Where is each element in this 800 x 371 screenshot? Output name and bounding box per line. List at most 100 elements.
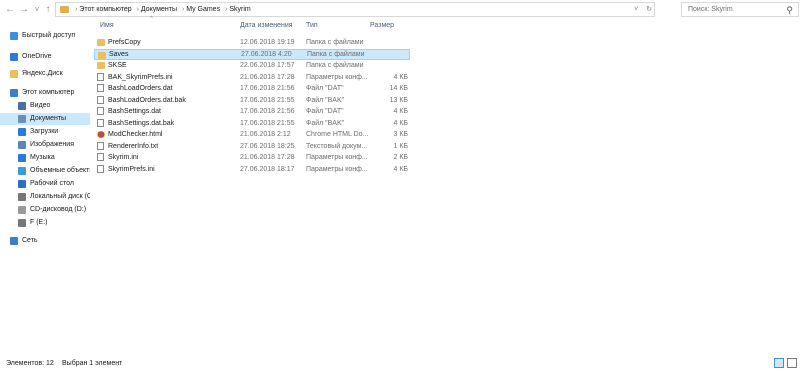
file-name: Skyrim.ini [108,154,139,161]
nav-item-cd[interactable]: CD-дисковод (D:) [0,204,90,216]
file-type: Файл "DAT" [306,85,344,92]
address-toolbar: ← → ˅ ↑ › Этот компьютер › Документы › M… [0,0,800,20]
up-button[interactable]: ↑ [42,3,54,16]
chrome-html-icon [97,131,105,138]
nav-item-label: Этот компьютер [22,89,75,96]
file-date: 21.06.2018 17:28 [240,73,295,81]
nav-item-label: Рабочий стол [30,180,74,187]
file-name: BashLoadOrders.dat.bak [108,96,186,104]
nav-item-cloud[interactable]: OneDrive [0,51,90,63]
column-header-date[interactable]: Дата изменения [240,22,293,29]
file-type: Chrome HTML Do... [306,131,369,138]
table-row[interactable]: BashSettings.dat.bak 17.06.2018 21:55 Файл… [94,118,410,129]
nav-item-download[interactable]: Загрузки [0,126,90,138]
table-row[interactable]: PrefsCopy 12.06.2018 19:19 Папка с файлами [94,37,410,48]
file-icon [97,141,104,150]
back-button[interactable]: ← [4,3,16,16]
refresh-icon[interactable]: ↻ [646,6,652,13]
selection-count: Выбран 1 элемент [62,360,123,367]
details-view-icon[interactable] [774,358,784,368]
forward-arrow-icon: → [19,4,29,15]
file-icon [97,153,104,161]
search-input[interactable]: Поиск: Skyrim ⚲ [681,2,799,17]
nav-item-label: Изображения [30,141,74,148]
file-type: Папка с файлами [306,62,364,69]
column-header-name[interactable]: Имя [100,22,114,29]
file-date: 17.06.2018 21:56 [240,108,295,115]
table-row[interactable]: ModChecker.html 21.06.2018 2:12 Chrome HTM… [94,129,410,140]
file-type: Папка с файлами [306,39,364,46]
folder-icon [98,51,106,59]
navigation-pane: Быстрый доступ OneDrive Яндекс.Диск Этот ко… [0,22,90,352]
desktop-icon [18,180,26,188]
breadcrumb-my-games[interactable]: My Games [186,6,220,13]
table-row[interactable]: SkyrimPrefs.ini 27.06.2018 18:17 Параметры… [94,164,410,175]
video-icon [18,102,26,110]
nav-item-video[interactable]: Видео [0,100,90,112]
table-row[interactable]: BAK_SkyrimPrefs.ini 21.06.2018 17:28 Парам… [94,72,410,83]
column-header-type[interactable]: Тип [306,22,318,29]
address-dropdown-icon[interactable]: ˅ [634,6,638,13]
file-type: Файл "DAT" [306,108,344,115]
file-icon [97,118,104,127]
usb-drive-icon [18,219,26,227]
breadcrumb-this-pc[interactable]: Этот компьютер [79,6,131,13]
table-row[interactable]: SKSE 22.06.2018 17:57 Папка с файлами [94,60,410,71]
file-name: Saves [109,50,129,58]
computer-icon [10,89,18,97]
network-icon [10,237,18,245]
nav-item-label: Документы [30,115,67,122]
status-bar: Элементов: 12 Выбран 1 элемент [0,356,800,371]
folder-icon [60,6,69,13]
nav-item-3d-objects[interactable]: Объемные объекты [0,165,90,177]
nav-item-music[interactable]: Музыка [0,152,90,164]
address-controls: ˅ ↻ [634,3,652,16]
address-bar[interactable]: › Этот компьютер › Документы › My Games … [55,2,655,17]
breadcrumb-documents[interactable]: Документы [141,6,177,13]
nav-item-pictures[interactable]: Изображения [0,139,90,151]
file-date: 17.06.2018 21:55 [240,119,295,127]
nav-item-network[interactable]: Сеть [0,235,90,247]
forward-button[interactable]: → [18,3,30,16]
file-date: 22.06.2018 17:57 [240,62,295,69]
table-row[interactable]: BashLoadOrders.dat 17.06.2018 21:56 Файл "… [94,83,410,94]
nav-item-label: Сеть [22,237,38,244]
file-type: Параметры конф... [306,165,368,173]
table-row[interactable]: BashLoadOrders.dat.bak 17.06.2018 21:55 Фа… [94,95,410,106]
file-name: BashLoadOrders.dat [108,85,173,92]
documents-icon [18,115,26,123]
nav-item-documents[interactable]: Документы [0,113,90,125]
cd-icon [18,206,26,214]
file-size: 4 КБ [393,165,408,173]
nav-item-star[interactable]: Быстрый доступ [0,30,90,42]
column-header-size[interactable]: Размер [370,22,394,29]
separator-icon: › [75,6,78,13]
table-row[interactable]: RendererInfo.txt 27.06.2018 18:25 Текстовы… [94,141,410,152]
file-size: 3 КБ [393,131,408,138]
file-size: 4 КБ [393,108,408,115]
table-row[interactable]: Skyrim.ini 21.06.2018 17:28 Параметры конф… [94,152,410,163]
nav-item-computer[interactable]: Этот компьютер [0,87,90,99]
file-icon [97,72,104,81]
separator-icon: › [181,6,185,13]
search-icon: ⚲ [786,5,793,15]
table-row[interactable]: Saves 27.06.2018 4:20 Папка с файлами [94,48,410,60]
file-type: Текстовый докум... [306,142,368,150]
breadcrumb-skyrim[interactable]: Skyrim [229,6,250,13]
file-name: BashSettings.dat.bak [108,119,175,127]
file-size: 14 КБ [389,85,408,92]
nav-item-desktop[interactable]: Рабочий стол [0,178,90,190]
table-row[interactable]: BashSettings.dat 17.06.2018 21:56 Файл "DA… [94,106,410,117]
nav-item-folder[interactable]: Яндекс.Диск [0,68,90,80]
file-type: Параметры конф... [306,73,368,81]
star-icon [10,32,18,40]
nav-item-drive[interactable]: Локальный диск (C:) [0,191,90,203]
file-type: Папка с файлами [307,50,365,58]
file-type: Файл "BAK" [306,96,345,104]
file-name: RendererInfo.txt [108,142,159,150]
sort-indicator-icon: ^ [150,16,153,22]
large-icons-view-icon[interactable] [787,358,797,368]
file-icon [97,164,104,173]
nav-item-usb-drive[interactable]: F (E:) [0,217,90,229]
nav-item-label: Яндекс.Диск [22,70,63,77]
